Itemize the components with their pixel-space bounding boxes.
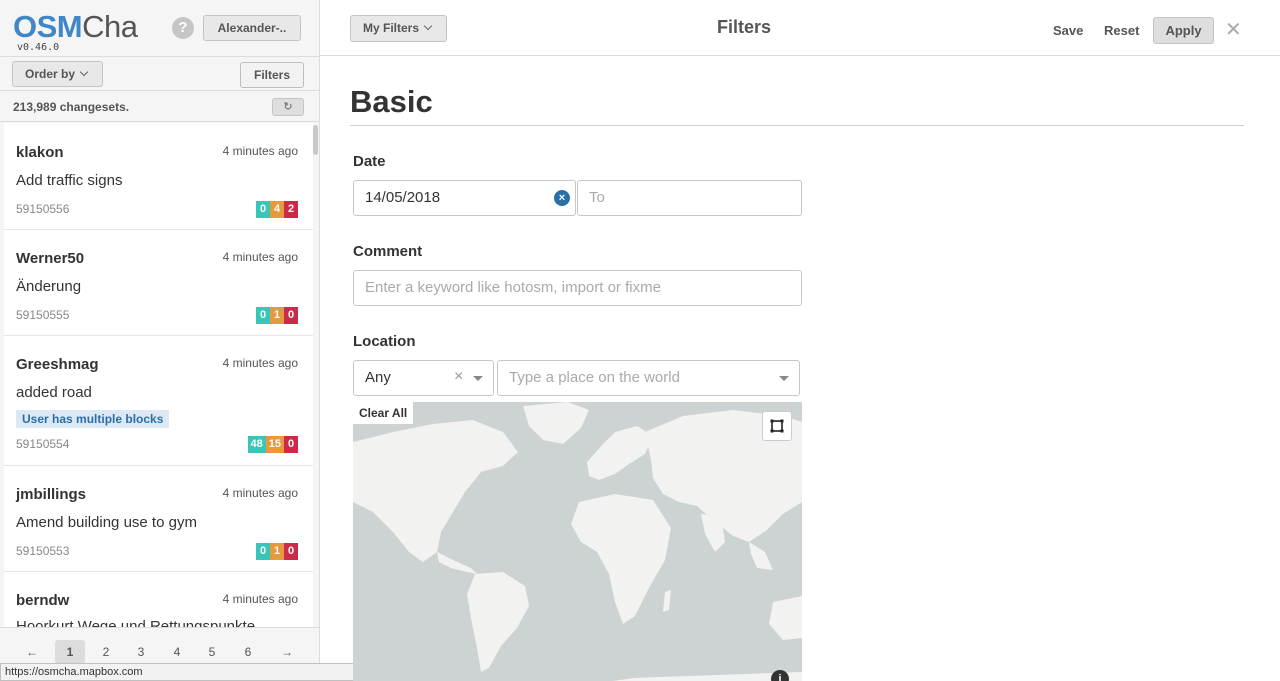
delete-count: 0 xyxy=(284,543,298,560)
modify-count: 1 xyxy=(270,543,284,560)
changeset-item[interactable]: jmbillings 4 minutes ago Amend building … xyxy=(4,466,313,572)
delete-count: 0 xyxy=(284,436,298,453)
map-info-icon[interactable]: i xyxy=(771,670,789,681)
changeset-id: 59150553 xyxy=(16,544,70,558)
order-by-button[interactable]: Order by xyxy=(12,61,103,87)
my-filters-button[interactable]: My Filters xyxy=(350,15,447,42)
reset-button[interactable]: Reset xyxy=(1104,23,1139,38)
clear-date-icon[interactable]: × xyxy=(554,190,570,206)
create-count: 48 xyxy=(247,436,266,453)
changeset-time: 4 minutes ago xyxy=(222,144,298,158)
draw-polygon-button[interactable] xyxy=(762,411,792,441)
sidebar-toolbar: Order by Filters xyxy=(0,56,319,91)
page-3-button[interactable]: 3 xyxy=(126,640,156,664)
changeset-item[interactable]: Werner50 4 minutes ago Änderung 59150555… xyxy=(4,230,313,336)
chevron-down-icon xyxy=(423,21,433,31)
changeset-time: 4 minutes ago xyxy=(222,486,298,500)
location-mode-caret-icon[interactable] xyxy=(473,376,483,381)
changeset-count-bar: 213,989 changesets. ↻ xyxy=(0,92,319,122)
changeset-comment: Amend building use to gym xyxy=(16,514,197,531)
changeset-user: Werner50 xyxy=(16,250,85,267)
world-map-graphic xyxy=(353,402,802,681)
order-by-label: Order by xyxy=(25,67,76,81)
page-title: Filters xyxy=(717,17,772,37)
polygon-draw-icon xyxy=(770,419,784,433)
changeset-user: jmbillings xyxy=(16,486,87,503)
changeset-count: 213,989 changesets. xyxy=(13,100,130,114)
changeset-comment: added road xyxy=(16,384,92,401)
comment-input[interactable]: Enter a keyword like hotosm, import or f… xyxy=(353,270,802,306)
filters-button[interactable]: Filters xyxy=(240,62,304,88)
create-count: 0 xyxy=(256,201,270,218)
changeset-time: 4 minutes ago xyxy=(222,356,298,370)
page-5-button[interactable]: 5 xyxy=(197,640,227,664)
changeset-user: berndw xyxy=(16,592,70,609)
create-count: 0 xyxy=(256,543,270,560)
refresh-button[interactable]: ↻ xyxy=(272,98,304,116)
create-count: 0 xyxy=(256,307,270,324)
osmcha-logo[interactable]: OSMCha xyxy=(13,10,138,44)
delete-count: 0 xyxy=(284,307,298,324)
page-next-button[interactable]: → xyxy=(272,640,302,664)
page-2-button[interactable]: 2 xyxy=(91,640,121,664)
refresh-icon: ↻ xyxy=(283,101,293,113)
user-flag-badge: User has multiple blocks xyxy=(16,410,170,428)
user-menu-button[interactable]: Alexander-.. xyxy=(203,15,301,41)
location-label: Location xyxy=(353,333,416,350)
changeset-comment: Add traffic signs xyxy=(16,172,123,189)
chevron-down-icon xyxy=(79,67,89,77)
date-to-field[interactable]: To xyxy=(577,180,802,216)
modify-count: 1 xyxy=(270,307,284,324)
changeset-item[interactable]: berndw 4 minutes ago Hoorkurt Wege und R… xyxy=(4,572,313,627)
delete-count: 2 xyxy=(284,201,298,218)
page-prev-button[interactable]: ← xyxy=(17,640,47,664)
map-clear-all-button[interactable]: Clear All xyxy=(353,402,414,424)
change-counts: 0 1 0 xyxy=(256,307,298,324)
changeset-comment: Änderung xyxy=(16,278,82,295)
page-6-button[interactable]: 6 xyxy=(233,640,263,664)
changeset-id: 59150555 xyxy=(16,308,70,322)
date-label: Date xyxy=(353,153,386,170)
changeset-user: Greeshmag xyxy=(16,356,99,373)
filters-header: My Filters Filters Save Reset Apply ✕ xyxy=(320,0,1280,56)
my-filters-label: My Filters xyxy=(363,21,420,35)
change-counts: 0 4 2 xyxy=(256,201,298,218)
changeset-id: 59150556 xyxy=(16,202,70,216)
page-4-button[interactable]: 4 xyxy=(162,640,192,664)
logo-osm-text: OSM xyxy=(13,9,83,44)
changeset-item[interactable]: klakon 4 minutes ago Add traffic signs 5… xyxy=(4,123,313,230)
logo-cha-text: Cha xyxy=(82,9,138,44)
changeset-item[interactable]: Greeshmag 4 minutes ago added road User … xyxy=(4,336,313,466)
help-button[interactable]: ? xyxy=(172,17,194,39)
change-counts: 48 15 0 xyxy=(247,436,298,453)
location-map[interactable]: Clear All i xyxy=(353,402,802,681)
list-scrollbar[interactable] xyxy=(313,125,318,155)
changeset-list: klakon 4 minutes ago Add traffic signs 5… xyxy=(4,123,313,627)
modify-count: 4 xyxy=(270,201,284,218)
place-search-caret-icon[interactable] xyxy=(779,376,789,381)
section-divider xyxy=(350,125,1244,126)
modify-count: 15 xyxy=(265,436,284,453)
close-icon[interactable]: ✕ xyxy=(1225,17,1242,42)
changeset-user: klakon xyxy=(16,144,64,161)
brand[interactable]: OSMCha v0.46.0 xyxy=(13,10,138,54)
save-button[interactable]: Save xyxy=(1053,23,1083,38)
section-title: Basic xyxy=(350,84,433,119)
place-search-input[interactable]: Type a place on the world xyxy=(497,360,800,396)
page-1-button[interactable]: 1 xyxy=(55,640,85,664)
date-from-field[interactable]: 14/05/2018 xyxy=(353,180,576,216)
changeset-time: 4 minutes ago xyxy=(222,250,298,264)
change-counts: 0 1 0 xyxy=(256,543,298,560)
apply-button[interactable]: Apply xyxy=(1153,17,1214,44)
app-version: v0.46.0 xyxy=(17,42,60,53)
sidebar: OSMCha v0.46.0 ? Alexander-.. Order by F… xyxy=(0,0,320,681)
changeset-comment: Hoorkurt Wege und Rettungspunkte xyxy=(16,618,256,627)
changeset-time: 4 minutes ago xyxy=(222,592,298,606)
clear-location-icon[interactable]: × xyxy=(454,368,463,386)
comment-label: Comment xyxy=(353,243,423,260)
changeset-id: 59150554 xyxy=(16,437,70,451)
